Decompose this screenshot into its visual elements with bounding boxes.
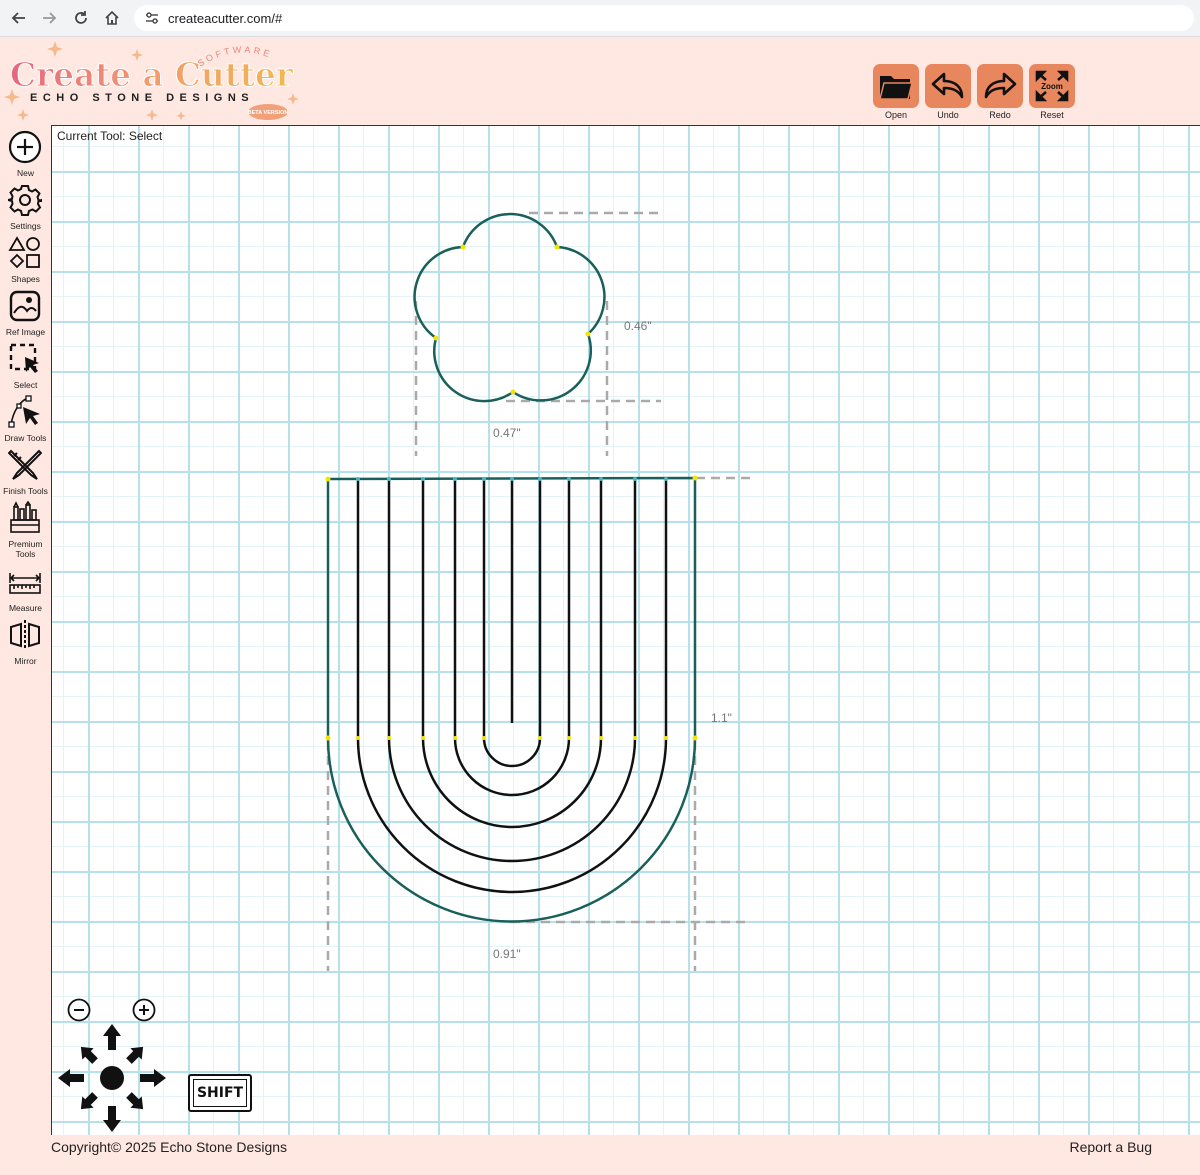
draw-tools-button[interactable]: Draw Tools [0, 395, 51, 445]
flower-width-label: 0.47" [493, 426, 521, 440]
undo-button-label: Undo [937, 110, 959, 120]
reset-zoom-button[interactable]: Zoom [1029, 64, 1075, 108]
open-button-label: Open [884, 110, 908, 120]
folder-icon [879, 76, 913, 100]
ref-image-label: Ref Image [5, 327, 46, 337]
redo-button-label: Redo [989, 110, 1011, 120]
settings-label: Settings [10, 221, 41, 231]
shift-label: SHIFT [193, 1079, 247, 1107]
arrow-right-icon[interactable] [39, 8, 59, 28]
flower-height-label: 0.46" [624, 319, 652, 333]
arch-width-label: 0.91" [493, 947, 521, 961]
app-logo: Create a Cutter SOFTWARE ECHO STONE DESI… [0, 37, 310, 125]
browser-toolbar: createacutter.com/# [0, 0, 1200, 37]
select-button[interactable]: Select [0, 342, 51, 392]
report-bug-link[interactable]: Report a Bug [1070, 1139, 1153, 1155]
mirror-icon [10, 620, 40, 650]
mirror-button[interactable]: Mirror [0, 618, 51, 668]
finish-tools-button[interactable]: Finish Tools [0, 448, 51, 498]
zoom-in-icon[interactable] [132, 998, 156, 1022]
undo-icon [931, 72, 964, 99]
mirror-label: Mirror [14, 656, 37, 666]
settings-button[interactable]: Settings [0, 183, 51, 233]
footer: Copyright© 2025 Echo Stone Designs Repor… [0, 1135, 1200, 1175]
premium-tools-button[interactable]: Premium Tools [0, 501, 51, 561]
finish-tools-label: Finish Tools [3, 486, 48, 496]
logo-subtitle: ECHO STONE DESIGNS [30, 92, 254, 104]
zoom-out-icon[interactable] [67, 998, 91, 1022]
address-bar[interactable]: createacutter.com/# [134, 5, 1194, 31]
logo-title: Create a Cutter [10, 55, 294, 94]
plus-circle-icon [8, 130, 42, 164]
zoom-reset-icon: Zoom [1035, 70, 1069, 102]
gear-icon [8, 185, 42, 216]
tool-sidebar: New Settings Shapes Ref Image Select Dra… [0, 125, 51, 1135]
open-button[interactable] [873, 64, 919, 108]
undo-button[interactable] [925, 64, 971, 108]
premium-tools-label: Premium Tools [8, 539, 43, 559]
shapes-icon [8, 236, 40, 269]
shapes-label: Shapes [11, 274, 40, 284]
image-icon [9, 290, 41, 322]
site-settings-icon[interactable] [144, 10, 160, 26]
new-button[interactable]: New [0, 130, 51, 180]
app-header: Create a Cutter SOFTWARE ECHO STONE DESI… [0, 37, 1200, 125]
measure-button[interactable]: Measure [0, 565, 51, 615]
measure-label: Measure [8, 603, 43, 613]
zoom-icon-text: Zoom [1041, 82, 1063, 91]
new-label: New [16, 168, 34, 178]
shift-key-button[interactable]: SHIFT [188, 1074, 252, 1112]
select-icon [9, 343, 39, 373]
arch-inner-lines[interactable] [356, 479, 668, 894]
url-text[interactable]: createacutter.com/# [168, 11, 282, 26]
flower-shape[interactable] [413, 212, 606, 403]
flower-nodes [433, 244, 591, 395]
logo-badge: BETA VERSION [248, 110, 289, 116]
arch-height-label: 1.1" [711, 711, 732, 725]
design-canvas[interactable]: Current Tool: Select 0.46" 0.47" 1.1" 0.… [51, 125, 1200, 1135]
pan-arrows-icon[interactable] [56, 1022, 168, 1134]
finish-tools-icon [8, 449, 42, 480]
reload-icon[interactable] [71, 8, 91, 28]
reset-button-label: Reset [1040, 110, 1064, 120]
copyright-text: Copyright© 2025 Echo Stone Designs [51, 1139, 288, 1155]
draw-tools-icon [8, 395, 40, 428]
home-icon[interactable] [102, 8, 122, 28]
redo-button[interactable] [977, 64, 1023, 108]
shapes-button[interactable]: Shapes [0, 236, 51, 286]
ref-image-button[interactable]: Ref Image [0, 289, 51, 339]
draw-tools-label: Draw Tools [4, 433, 47, 443]
arrow-left-icon[interactable] [9, 8, 29, 28]
redo-icon [984, 72, 1017, 99]
select-label: Select [13, 380, 38, 390]
premium-tools-icon [10, 501, 40, 533]
ruler-icon [9, 573, 41, 594]
